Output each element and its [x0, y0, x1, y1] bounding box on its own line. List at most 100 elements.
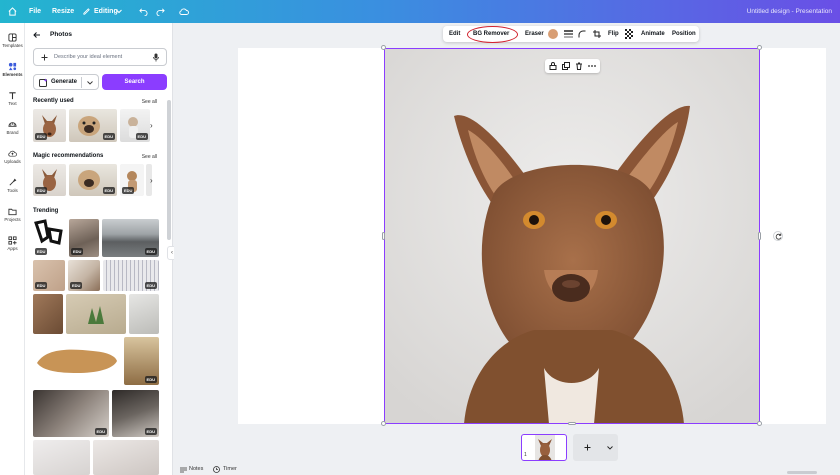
image-quick-actions [545, 59, 600, 73]
rail-tools[interactable]: Tools [0, 174, 25, 200]
edit-button[interactable]: Edit [449, 26, 460, 42]
document-title[interactable]: Untitled design - Presentation [747, 0, 832, 23]
see-all-magic-link[interactable]: See all [142, 154, 157, 160]
rail-apps[interactable]: Apps [0, 232, 25, 258]
photo-thumbnail[interactable]: EDU [112, 390, 159, 437]
photo-thumbnail[interactable]: EDU [102, 219, 159, 257]
photo-thumbnail[interactable]: EDU [68, 260, 100, 291]
trending-heading: Trending [33, 208, 59, 214]
timer-button[interactable]: Timer [223, 466, 237, 472]
photo-thumbnail[interactable] [93, 440, 159, 475]
element-search-input[interactable]: Describe your ideal element [33, 48, 167, 66]
flip-button[interactable]: Flip [608, 26, 619, 42]
zoom-slider[interactable] [787, 471, 817, 474]
photo-thumbnail[interactable]: EDU [69, 164, 117, 196]
photo-thumbnail[interactable]: EDU [33, 390, 109, 437]
home-icon[interactable] [8, 7, 17, 16]
photo-thumbnail[interactable] [33, 440, 90, 475]
uploads-icon [8, 150, 17, 157]
photo-thumbnail[interactable]: EDU [33, 260, 65, 291]
chevron-down-icon[interactable] [607, 446, 613, 450]
resize-handle[interactable] [382, 232, 385, 240]
chevron-right-icon[interactable]: › [150, 176, 153, 185]
color-swatch[interactable] [548, 29, 558, 39]
top-bar: File Resize Editing Untitled design - Pr… [0, 0, 840, 23]
transparency-icon[interactable] [625, 29, 633, 39]
undo-icon[interactable] [139, 7, 148, 16]
resize-handle[interactable] [758, 232, 761, 240]
elements-panel: Photos Describe your ideal element Gener… [25, 23, 173, 475]
rotate-icon [775, 233, 782, 240]
sparkle-icon [39, 78, 48, 87]
microphone-icon[interactable] [153, 53, 159, 62]
apps-icon [8, 236, 17, 245]
photo-thumbnail[interactable]: EDU [69, 109, 117, 142]
notes-button[interactable]: Notes [189, 466, 203, 472]
notes-icon [180, 467, 187, 473]
chevron-right-icon[interactable]: › [150, 121, 153, 130]
editing-mode[interactable]: Editing [94, 0, 118, 23]
side-rail: Templates Elements Text Brand Uploads To… [0, 23, 25, 475]
chevron-down-icon[interactable] [87, 81, 93, 85]
chevron-down-icon[interactable] [116, 9, 122, 14]
rail-templates[interactable]: Templates [0, 29, 25, 55]
resize-handle[interactable] [381, 45, 386, 50]
photo-thumbnail[interactable]: EDU [69, 219, 99, 257]
panel-scrollbar[interactable] [167, 100, 171, 240]
pencil-icon [83, 8, 90, 15]
resize-handle[interactable] [381, 421, 386, 426]
panel-title: Photos [50, 31, 73, 38]
trash-icon[interactable] [575, 62, 583, 70]
page-thumbnail[interactable] [521, 434, 567, 461]
photo-thumbnail[interactable]: EDU [33, 109, 66, 142]
border-style-icon[interactable] [564, 30, 573, 38]
rail-brand[interactable]: Brand [0, 116, 25, 142]
eraser-button[interactable]: Eraser [525, 26, 544, 42]
see-all-recent-link[interactable]: See all [142, 99, 157, 105]
dog-photo [535, 435, 555, 460]
file-menu[interactable]: File [29, 0, 41, 23]
position-button[interactable]: Position [672, 26, 696, 42]
resize-menu[interactable]: Resize [52, 0, 74, 23]
back-arrow-icon[interactable] [33, 31, 41, 39]
recently-used-heading: Recently used [33, 98, 74, 104]
corner-rounding-icon[interactable] [578, 30, 586, 38]
photo-thumbnail[interactable] [129, 294, 159, 334]
rail-elements[interactable]: Elements [0, 58, 25, 84]
rail-uploads[interactable]: Uploads [0, 145, 25, 171]
photo-thumbnail[interactable] [66, 294, 126, 334]
elements-icon [8, 62, 17, 71]
rail-text[interactable]: Text [0, 87, 25, 113]
redo-icon[interactable] [156, 7, 165, 16]
rail-projects[interactable]: Projects [0, 203, 25, 229]
photo-thumbnail[interactable]: EDU [120, 164, 144, 196]
projects-icon [8, 208, 17, 216]
photo-thumbnail[interactable] [33, 337, 121, 385]
resize-handle[interactable] [757, 45, 762, 50]
search-button[interactable]: Search [102, 74, 167, 90]
photo-thumbnail[interactable]: EDU [124, 337, 159, 385]
crop-icon[interactable] [593, 30, 601, 38]
rotate-handle[interactable] [773, 231, 783, 241]
more-icon[interactable] [588, 65, 596, 67]
highlight-ring [467, 26, 518, 43]
photo-thumbnail[interactable] [33, 294, 63, 334]
add-page-button[interactable] [573, 434, 618, 461]
tools-icon [9, 178, 17, 186]
photo-thumbnail[interactable]: EDU [103, 260, 159, 291]
photo-thumbnail[interactable]: EDU [33, 164, 66, 196]
photo-thumbnail[interactable]: EDU [120, 109, 150, 142]
duplicate-icon[interactable] [562, 62, 570, 70]
cloud-sync-icon[interactable] [179, 7, 189, 16]
lock-icon[interactable] [549, 62, 557, 70]
animate-button[interactable]: Animate [641, 26, 665, 42]
resize-handle[interactable] [757, 421, 762, 426]
resize-handle[interactable] [568, 422, 576, 425]
text-icon [9, 92, 16, 100]
timer-icon [213, 466, 220, 473]
photo-thumbnail[interactable]: EDU [33, 219, 66, 257]
plus-icon [584, 444, 591, 451]
plant-photo [88, 306, 104, 324]
generate-button[interactable]: Generate [33, 74, 99, 90]
paint-stroke-photo [37, 349, 117, 373]
